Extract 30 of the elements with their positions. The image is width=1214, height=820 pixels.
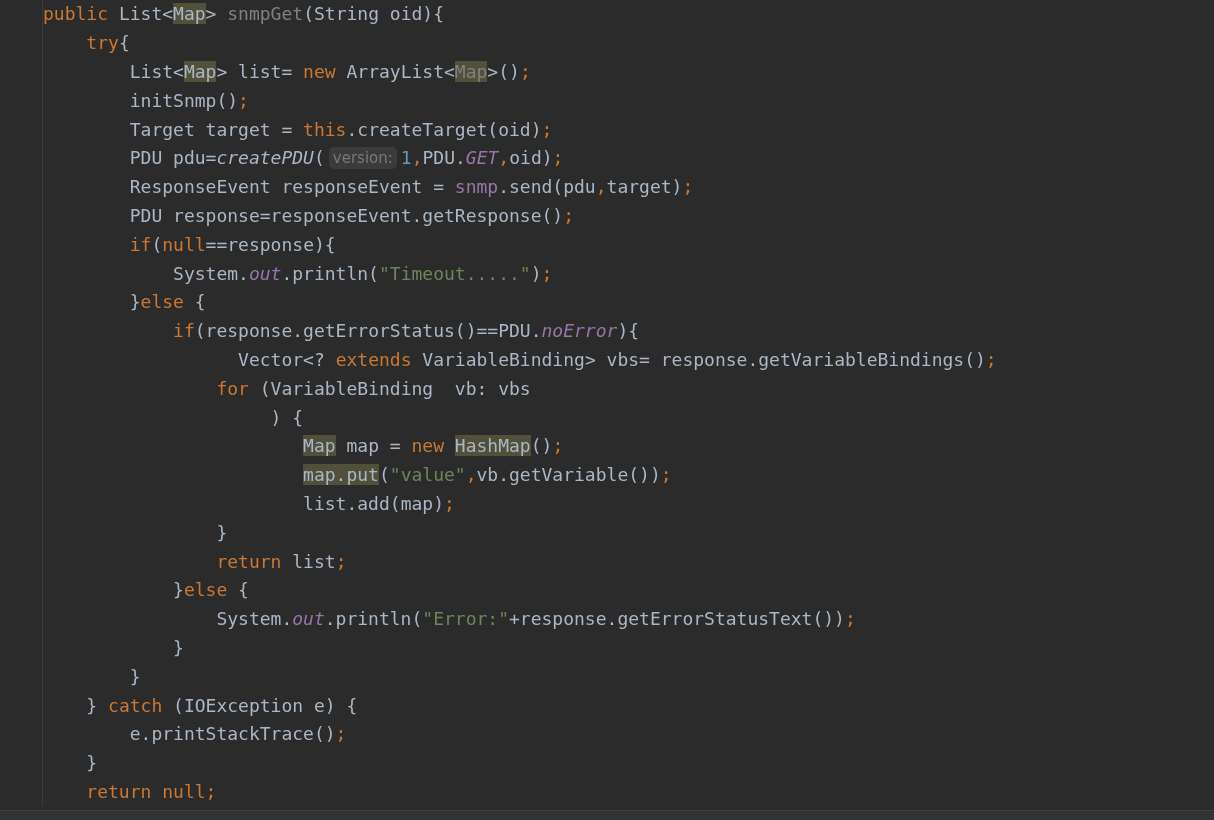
code-line: } catch (IOException e) { [85,693,358,718]
code-line: } [85,751,98,776]
code-line: try{ [85,31,130,56]
code-line: Target target = this.createTarget(oid); [128,117,553,142]
code-line: System.out.println("Error:"+response.getErrorStatusText()); [215,607,856,632]
code-line: for (VariableBinding vb: vbs [215,376,531,401]
code-line: } [215,520,228,545]
code-line: PDU response=responseEvent.getResponse(); [128,203,575,228]
code-line: return null; [85,779,217,804]
code-line: } [128,664,141,689]
code-line: }else { [172,578,249,603]
code-line: if(response.getErrorStatus()==PDU.noError){ [172,319,640,344]
code-line: public List<Map> snmpGet(String oid){ [43,2,444,27]
code-line: PDU pdu=createPDU( [128,146,325,171]
code-line: Map map = new HashMap(); [302,434,564,459]
code-line: System.out.println("Timeout....."); [172,261,553,286]
code-line: return list; [215,549,347,574]
code-line: }else { [128,290,206,315]
code-line: initSnmp(); [128,88,249,113]
code-line: 1,PDU.GET,oid); [400,146,564,171]
code-line: ResponseEvent responseEvent = snmp.send(pdu,target); [128,175,694,200]
code-line: if(null==response){ [128,232,336,257]
code-line: list.add(map); [302,491,455,516]
code-line: List<Map> list= new ArrayList<Map>(); [128,59,531,84]
code-line: Vector<? extends VariableBinding> vbs= response.getVariableBindings(); [237,347,997,372]
code-line: ) { [269,405,304,430]
code-line: } [172,635,184,660]
code-line: e.printStackTrace(); [128,722,347,747]
code-line: map.put("value",vb.getVariable()); [302,463,672,488]
parameter-hint: version: [328,147,397,170]
